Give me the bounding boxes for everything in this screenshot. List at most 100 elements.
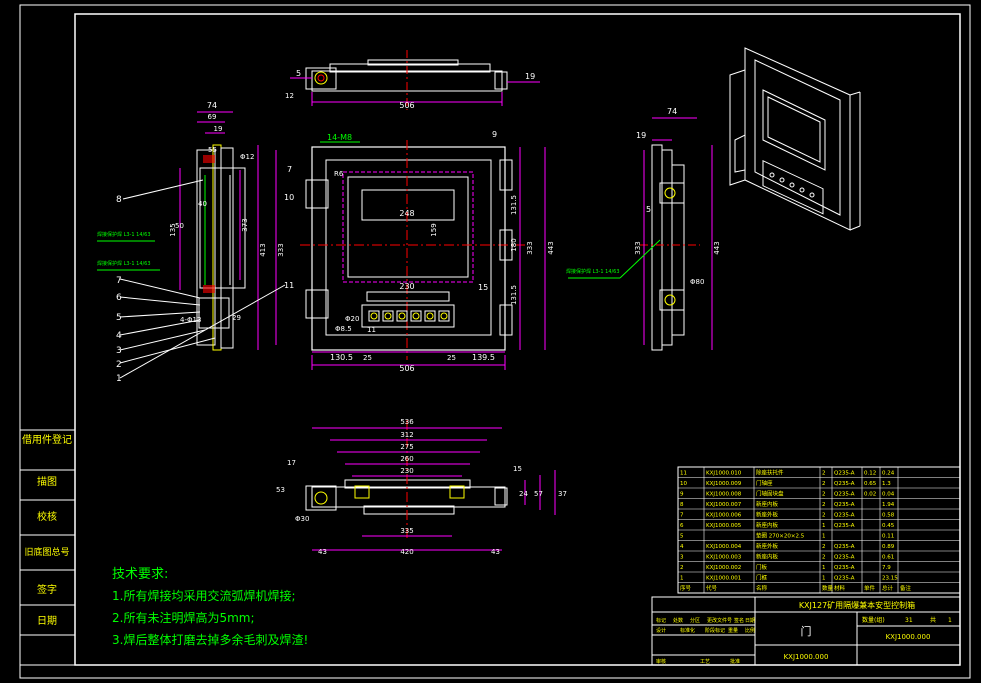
front-dim-7: 7 bbox=[287, 165, 292, 174]
title-labels-row-3: 分区 bbox=[690, 617, 700, 624]
bom-cell: 门框 bbox=[756, 574, 768, 582]
bom-cell: 1.94 bbox=[882, 502, 895, 508]
balloon-6: 6 bbox=[116, 293, 122, 303]
left-dim-333: 333 bbox=[277, 243, 285, 256]
front-dim-131-5a: 131.5 bbox=[510, 195, 518, 215]
front-dim-10: 10 bbox=[284, 193, 294, 202]
side-label-1: 借用件登记 bbox=[22, 433, 72, 446]
bom-cell: 0.61 bbox=[882, 555, 894, 561]
left-dim-50: 50 bbox=[175, 222, 184, 230]
front-dim-r6: R6 bbox=[334, 170, 344, 178]
bom-cell: 新座外板 bbox=[756, 511, 779, 519]
bom-cell: 2 bbox=[822, 502, 826, 508]
front-dim-159: 159 bbox=[430, 223, 438, 236]
tech-note-1: 1.所有焊接均采用交流弧焊机焊接; bbox=[112, 588, 296, 603]
left-dim-413: 413 bbox=[259, 243, 267, 256]
balloon-7: 7 bbox=[116, 276, 122, 286]
top-dim-19: 19 bbox=[525, 72, 535, 81]
bottom-dim-15: 15 bbox=[513, 465, 522, 473]
bom-header-cell: 备注 bbox=[900, 584, 912, 592]
bom-cell: 4 bbox=[680, 544, 684, 550]
bom-cell: 3 bbox=[680, 555, 684, 561]
front-dim-9: 9 bbox=[492, 130, 497, 139]
bom-header-cell: 代号 bbox=[706, 584, 718, 592]
side-label-6: 日期 bbox=[37, 615, 57, 627]
bottom-dim-43a: 43 bbox=[318, 548, 327, 556]
bom-cell: Q235-A bbox=[834, 481, 855, 487]
balloon-1: 1 bbox=[116, 374, 122, 384]
bottom-dim-43b: 43 bbox=[491, 548, 500, 556]
title-row3-1: 审核 bbox=[656, 658, 666, 665]
bom-cell: Q235-A bbox=[834, 565, 855, 571]
front-dim-139-5: 139.5 bbox=[472, 353, 495, 362]
bom-cell: 23.15 bbox=[882, 576, 898, 582]
bottom-dim-37: 37 bbox=[558, 490, 567, 498]
bom-cell: Q235-A bbox=[834, 576, 855, 582]
bom-header-cell: 材料 bbox=[834, 584, 846, 592]
bom-cell: 0.65 bbox=[864, 481, 877, 487]
bom-cell: 1.3 bbox=[882, 481, 891, 487]
front-dim-11: 11 bbox=[367, 326, 376, 334]
title-scale-value: 31 bbox=[905, 617, 913, 624]
right-dim-333: 333 bbox=[634, 241, 642, 254]
bom-cell: 门板 bbox=[756, 563, 768, 571]
title-labels-row-5: 签名 bbox=[734, 617, 744, 624]
bom-cell: 2 bbox=[822, 492, 826, 498]
bom-cell: 新座内板 bbox=[756, 521, 779, 529]
bom-cell: KXJ1000.006 bbox=[706, 513, 742, 519]
balloon-3: 3 bbox=[116, 346, 122, 356]
balloon-4: 4 bbox=[116, 331, 122, 341]
side-label-5: 签字 bbox=[37, 583, 57, 596]
bottom-dim-phi30: Φ30 bbox=[295, 515, 309, 523]
bottom-dim-335: 335 bbox=[400, 527, 413, 535]
bom-cell: Q235-A bbox=[834, 523, 855, 529]
bom-cell: KXJ1000.007 bbox=[706, 502, 742, 508]
bom-cell: 7 bbox=[680, 513, 684, 519]
bom-cell: 0.02 bbox=[864, 492, 876, 498]
bom-cell: 2 bbox=[822, 481, 826, 487]
bom-cell: 0.45 bbox=[882, 523, 895, 529]
title-sheet-value: 1 bbox=[948, 617, 952, 624]
front-dim-248: 248 bbox=[399, 209, 414, 218]
bom-cell: 新座内板 bbox=[756, 553, 779, 561]
bottom-dim-230: 230 bbox=[400, 467, 413, 475]
front-dim-14m8: 14-M8 bbox=[327, 133, 352, 142]
title-sheet-label: 共 bbox=[930, 616, 936, 624]
tech-note-2: 2.所有未注明焊高为5mm; bbox=[112, 610, 255, 625]
front-dim-130-5: 130.5 bbox=[330, 353, 353, 362]
bom-cell: 0.04 bbox=[882, 492, 895, 498]
bom-cell: 2 bbox=[680, 565, 684, 571]
side-label-3: 校核 bbox=[37, 510, 57, 523]
bottom-dim-536: 536 bbox=[400, 418, 414, 426]
right-dim-74: 74 bbox=[667, 107, 677, 116]
bom-cell: 门轴座 bbox=[756, 479, 773, 487]
bom-cell: 新座内板 bbox=[756, 500, 779, 508]
bom-cell: Q235-A bbox=[834, 555, 855, 561]
title-main: KXJ127矿用隔爆兼本安型控制箱 bbox=[799, 600, 915, 610]
title-row3-3: 工艺 bbox=[700, 659, 710, 665]
bom-cell: 5 bbox=[680, 534, 684, 540]
bom-cell: 1 bbox=[822, 534, 826, 540]
title-labels-row-6: 日期 bbox=[745, 618, 755, 624]
top-dim-506: 506 bbox=[399, 101, 414, 110]
bom-cell: 6 bbox=[680, 523, 684, 529]
front-dim-506: 506 bbox=[399, 364, 414, 373]
bom-cell: 1 bbox=[680, 576, 684, 582]
bom-cell: 1 bbox=[822, 565, 826, 571]
title-row2-1: 设计 bbox=[656, 627, 666, 634]
bom-cell: KXJ1000.003 bbox=[706, 555, 742, 561]
bom-cell: 2 bbox=[822, 544, 826, 550]
balloon-2: 2 bbox=[116, 360, 122, 370]
bottom-dim-24: 24 bbox=[519, 490, 528, 498]
balloon-11: 11 bbox=[284, 281, 294, 290]
front-dim-phi20: Φ20 bbox=[345, 315, 359, 323]
bom-cell: 0.24 bbox=[882, 471, 895, 477]
bom-cell: KXJ1000.002 bbox=[706, 565, 741, 571]
bom-cell: 除座扶托件 bbox=[756, 469, 784, 477]
front-dim-15: 15 bbox=[478, 283, 488, 292]
left-dim-19: 19 bbox=[214, 125, 223, 133]
balloon-8: 8 bbox=[116, 195, 122, 205]
right-dim-5: 5 bbox=[646, 205, 651, 214]
top-dim-5: 5 bbox=[296, 69, 301, 78]
bom-cell: 8 bbox=[680, 502, 684, 508]
